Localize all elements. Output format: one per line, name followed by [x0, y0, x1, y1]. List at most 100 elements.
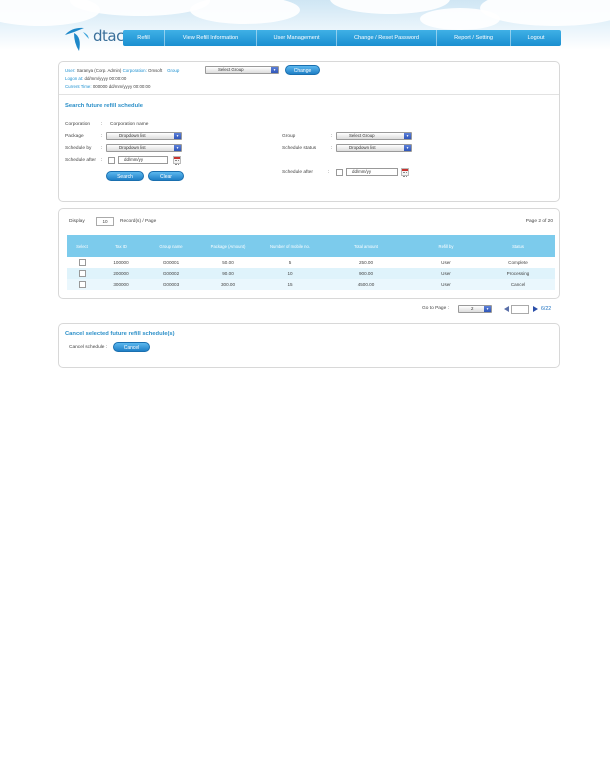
brand-name: dtac	[93, 27, 124, 45]
tax-id-cell: 300000	[97, 279, 145, 290]
user-value: Saranya (Corp. Admin)	[76, 68, 122, 73]
calendar-icon[interactable]	[173, 156, 181, 165]
row-select-checkbox[interactable]	[78, 259, 86, 266]
colon: :	[101, 122, 103, 127]
column-header: Tax ID	[97, 235, 145, 257]
cancel-section-title: Cancel selected future refill schedule(s…	[65, 331, 175, 337]
corporation-value: Omsoft	[148, 68, 163, 73]
nav-report-setting[interactable]: Report / Setting	[437, 30, 511, 46]
logon-label: Logon at:	[65, 76, 84, 81]
calendar-icon[interactable]	[401, 168, 409, 177]
group-select[interactable]: Select Group ▾	[336, 132, 412, 140]
search-schedule-after-label: Schedule after	[65, 158, 96, 163]
column-header: Total amount	[321, 235, 411, 257]
current-time-label: Current Time:	[65, 84, 92, 89]
table-header-row: Select Tax ID Group name Package (Amount…	[67, 235, 555, 257]
nav-user-management[interactable]: User Management	[257, 30, 337, 46]
page-number-input[interactable]	[511, 305, 529, 314]
colon: :	[331, 146, 333, 151]
user-label: User:	[65, 68, 76, 73]
divider	[59, 94, 559, 95]
row-select-checkbox[interactable]	[78, 270, 86, 277]
user-group-select-value: Select Group	[218, 67, 244, 72]
schedule-after-right-date-input[interactable]: dd/mm/yy	[346, 168, 398, 176]
mobile-count-cell: 10	[259, 268, 321, 279]
row-select-checkbox[interactable]	[78, 281, 86, 288]
current-time-value: 000000 dd/mm/yyyy 00:00:00	[92, 84, 151, 89]
nav-refill[interactable]: Refill	[123, 30, 165, 46]
colon: :	[101, 134, 103, 139]
mobile-count-cell: 5	[259, 257, 321, 268]
next-page-icon[interactable]	[533, 306, 538, 312]
package-amount-cell: 300.00	[197, 279, 259, 290]
dtac-logo-icon	[65, 27, 89, 51]
search-button[interactable]: Search	[106, 171, 144, 181]
nav-view-refill-information[interactable]: View Refill Information	[165, 30, 257, 46]
refill-by-cell: User	[411, 257, 481, 268]
search-corporation-label: Corporation	[65, 122, 91, 127]
nav-logout[interactable]: Logout	[511, 30, 561, 46]
colon: :	[101, 146, 103, 151]
status-cell: Cancel	[481, 279, 555, 290]
chevron-updown-icon: ▾	[174, 133, 181, 139]
chevron-updown-icon: ▾	[174, 145, 181, 151]
search-corporation-value: Corporation name	[110, 122, 149, 127]
previous-page-icon[interactable]	[504, 306, 509, 312]
schedule-status-select[interactable]: Dropdown list ▾	[336, 144, 412, 152]
total-amount-cell: 4500.00	[321, 279, 411, 290]
row-select-cell	[67, 279, 97, 290]
group-label: Group	[167, 68, 180, 73]
table-row: 200000 G00002 90.00 10 900.00 User Proce…	[67, 268, 555, 279]
mobile-count-cell: 15	[259, 279, 321, 290]
goto-page-label: Go to Page :	[422, 306, 449, 311]
schedule-after-right-checkbox[interactable]	[336, 169, 343, 176]
schedule-after-checkbox[interactable]	[108, 157, 115, 164]
cancel-schedule-panel: Cancel selected future refill schedule(s…	[58, 323, 560, 368]
column-header: Select	[67, 235, 97, 257]
corporation-label: Corporation:	[122, 68, 147, 73]
nav-change-reset-password[interactable]: Change / Reset Password	[337, 30, 437, 46]
refill-by-cell: User	[411, 268, 481, 279]
row-select-cell	[67, 257, 97, 268]
schedule-by-select[interactable]: Dropdown list ▾	[106, 144, 182, 152]
schedule-after-date-input[interactable]: dd/mm/yy	[118, 156, 168, 164]
chevron-updown-icon: ▾	[271, 67, 278, 73]
row-select-cell	[67, 268, 97, 279]
group-select-value: Select Group	[349, 133, 375, 138]
goto-page-select-value: 2	[471, 306, 474, 311]
search-package-label: Package	[65, 134, 84, 139]
goto-page-select[interactable]: 2 ▾	[458, 305, 492, 313]
search-schedule-by-label: Schedule by	[65, 146, 92, 151]
records-per-page-input[interactable]: 10	[96, 217, 114, 226]
column-header: Number of mobile no.	[259, 235, 321, 257]
refill-by-cell: User	[411, 279, 481, 290]
chevron-updown-icon: ▾	[404, 133, 411, 139]
group-name-cell: G00001	[145, 257, 197, 268]
user-group-select[interactable]: Select Group ▾	[205, 66, 279, 74]
cancel-schedule-label: Cancel schedule :	[69, 345, 108, 350]
clear-button[interactable]: Clear	[148, 171, 184, 181]
results-panel: Display 10 Record(s) / Page Page 2 of 20…	[58, 208, 560, 299]
colon: :	[101, 158, 103, 163]
column-header: Refill by	[411, 235, 481, 257]
column-header: Status	[481, 235, 555, 257]
total-amount-cell: 900.00	[321, 268, 411, 279]
schedule-by-select-value: Dropdown list	[119, 145, 146, 150]
package-select[interactable]: Dropdown list ▾	[106, 132, 182, 140]
table-row: 300000 G00003 300.00 15 4500.00 User Can…	[67, 279, 555, 290]
colon: :	[328, 170, 330, 175]
schedule-status-select-value: Dropdown list	[349, 145, 376, 150]
tax-id-cell: 100000	[97, 257, 145, 268]
cancel-schedule-button[interactable]: Cancel	[113, 342, 150, 352]
dtac-logo[interactable]: dtac	[62, 23, 124, 53]
search-schedule-after-right-label: Schedule after	[282, 170, 313, 175]
colon: :	[331, 134, 333, 139]
total-amount-cell: 250.00	[321, 257, 411, 268]
change-group-button[interactable]: Change	[285, 65, 320, 75]
table-row: 100000 G00001 50.00 5 250.00 User Comple…	[67, 257, 555, 268]
records-per-page-label: Record(s) / Page	[120, 219, 157, 224]
group-name-cell: G00002	[145, 268, 197, 279]
user-info: User: Saranya (Corp. Admin) Corporation:…	[65, 67, 179, 91]
search-group-label: Group	[282, 134, 296, 139]
package-select-value: Dropdown list	[119, 133, 146, 138]
